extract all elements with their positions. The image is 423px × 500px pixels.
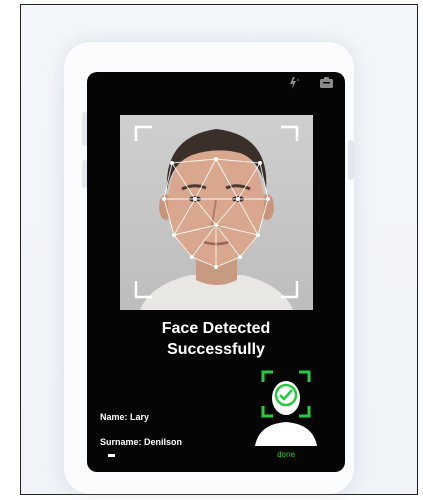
name-label: Name: Lary (100, 412, 150, 422)
detection-subtitle: Successfully (167, 341, 265, 358)
camera-switch-icon[interactable] (319, 76, 334, 90)
phone-side-button (348, 140, 354, 180)
phone-screen: A Face Detected Successfully Name: Lary … (87, 72, 345, 472)
face-scan-image (134, 125, 299, 310)
svg-text:A: A (297, 77, 300, 82)
flash-auto-icon[interactable]: A (287, 76, 301, 90)
text-cursor (108, 454, 115, 457)
face-capture-area (120, 115, 313, 310)
detection-title: Face Detected (161, 320, 271, 337)
face-verified-badge (255, 370, 317, 446)
done-label: done (277, 450, 295, 459)
detection-status-text: Face Detected Successfully (87, 318, 345, 360)
surname-label: Surname: Denilson (100, 437, 183, 447)
